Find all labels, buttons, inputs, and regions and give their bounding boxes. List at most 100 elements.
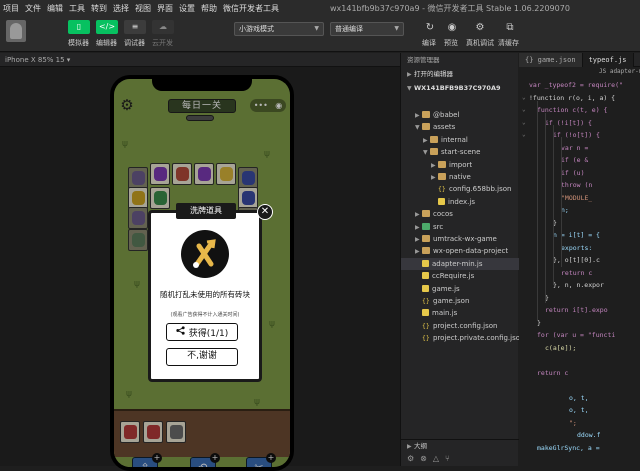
menu-item-1[interactable]: 文件 <box>22 3 44 14</box>
code-line: return c <box>561 268 593 277</box>
js-file-icon <box>422 259 429 267</box>
code-line: throw (n <box>561 181 593 189</box>
tree-item[interactable]: ▶ wx-open-data-project <box>401 245 519 257</box>
tree-item-label: config.658bb.json <box>449 185 512 194</box>
tree-item[interactable]: {} config.658bb.json <box>401 183 519 195</box>
simulator-toggle-button[interactable]: ▯ <box>68 20 90 34</box>
menu-item-7[interactable]: 界面 <box>154 3 176 14</box>
tree-item[interactable]: ▶ cocos <box>401 208 519 220</box>
project-root[interactable]: ▼ WX141BFB9B37C970A9 <box>401 81 518 95</box>
folder-icon <box>438 173 446 180</box>
menu-item-4[interactable]: 转到 <box>88 3 110 14</box>
clear-cache-label[interactable]: 清缓存 <box>498 38 519 48</box>
outline-section[interactable]: ▶ 大纲 <box>401 439 519 451</box>
debugger-toggle-button[interactable]: ≡ <box>124 20 146 34</box>
window-title: wx141bfb9b37c970a9 - 微信开发者工具 Stable 1.06… <box>330 4 570 13</box>
menu-item-8[interactable]: 设置 <box>176 3 198 14</box>
tree-item-label: project.config.json <box>433 321 498 330</box>
menu-item-5[interactable]: 选择 <box>110 3 132 14</box>
code-line: o, t, <box>569 393 589 402</box>
explorer-header: 资源管理器 <box>407 56 440 64</box>
editor-toggle-button[interactable]: </> <box>96 20 118 34</box>
preview-icon[interactable]: ◉ <box>446 22 458 34</box>
compile-label[interactable]: 编译 <box>422 38 436 48</box>
open-editors-section[interactable]: ▶ 打开的编辑器 <box>401 67 518 81</box>
get-prop-button[interactable]: 获得(1/1) <box>166 323 238 341</box>
compile-icon[interactable]: ↻ <box>424 22 436 34</box>
code-line: c(a[e]); <box>545 343 577 352</box>
settings-icon[interactable]: ⚙ <box>407 454 414 463</box>
code-icon: </> <box>98 22 116 31</box>
tree-item[interactable]: ▶ @babel <box>401 109 519 121</box>
menubar: 项目 文件 编辑 工具 转到 选择 视图 界面 设置 帮助 微信开发者工具 wx141bfb9b37c… <box>0 0 640 16</box>
code-line: !function r(o, i, a) { <box>529 93 616 102</box>
editor-label: 编辑器 <box>96 39 117 47</box>
folder-icon <box>430 148 438 156</box>
tree-item[interactable]: index.js <box>401 196 519 208</box>
fold-chevron-icon[interactable]: ⌄ <box>522 119 526 126</box>
mode-select[interactable]: 小游戏模式 ▼ <box>234 22 324 36</box>
real-debug-icon[interactable]: ⚙ <box>474 22 486 34</box>
tree-item[interactable]: {} project.private.config.json <box>401 332 524 344</box>
menu-item-10[interactable]: 微信开发者工具 <box>220 3 282 14</box>
tree-item-label: @babel <box>433 111 460 119</box>
device-selector[interactable]: iPhone X 85% 15 ▾ <box>0 53 400 67</box>
tree-item-label: import <box>449 160 473 169</box>
mode-select-value: 小游戏模式 <box>239 25 274 33</box>
folder-icon <box>422 235 430 242</box>
avatar[interactable] <box>6 20 26 42</box>
tree-item[interactable]: {} project.config.json <box>401 320 519 332</box>
phone-frame: ⚙ 每日一关 ••• ◉ ψ ψ ψ ψ ψ ψ + + + 洗牌道具 ✕ 随机… <box>110 75 294 471</box>
tree-item-label: ccRequire.js <box>432 272 475 281</box>
warning-icon[interactable]: △ <box>433 454 439 463</box>
clear-cache-icon[interactable]: ⧉ <box>504 22 516 34</box>
tree-item-label: project.private.config.json <box>433 334 525 343</box>
tree-item-label: umtrack-wx-game <box>433 235 497 243</box>
no-thanks-button[interactable]: 不,谢谢 <box>166 348 238 366</box>
fold-chevron-icon[interactable]: ⌄ <box>522 131 526 138</box>
editor-tab[interactable]: typeof.js <box>582 53 634 67</box>
tree-item[interactable]: game.js <box>401 283 519 295</box>
code-editor[interactable]: {} game.jsontypeof.js JS adapter-min var… <box>519 53 640 466</box>
error-icon[interactable]: ⊗ <box>420 454 427 463</box>
tree-item[interactable]: main.js <box>401 307 519 319</box>
tree-item[interactable]: ▶ import <box>401 159 519 171</box>
tree-item[interactable]: adapter-min.js <box>401 257 519 270</box>
cloud-button[interactable]: ☁ <box>152 20 174 34</box>
menu-item-9[interactable]: 帮助 <box>198 3 220 14</box>
tree-item[interactable]: ▶ internal <box>401 134 519 146</box>
fold-chevron-icon[interactable]: ⌄ <box>522 94 526 101</box>
tree-item[interactable]: ▼ assets <box>401 121 519 133</box>
close-icon[interactable]: ✕ <box>257 204 273 220</box>
preview-label[interactable]: 预览 <box>444 38 458 48</box>
tree-item-label: game.json <box>433 297 470 305</box>
fold-chevron-icon[interactable]: ⌄ <box>522 106 526 113</box>
code-line: n; <box>561 206 569 214</box>
editor-tab[interactable]: {} game.json <box>519 53 583 67</box>
branch-icon[interactable]: ⑂ <box>445 454 450 463</box>
tree-item[interactable]: ▶ native <box>401 171 519 183</box>
shuffle-prop-dialog: 洗牌道具 ✕ 随机打乱未使用的所有砖块 (观看广告获得不计入通关时间) 获得(1… <box>148 203 273 382</box>
tree-item[interactable]: ▶ src <box>401 221 519 233</box>
menu-item-3[interactable]: 工具 <box>66 3 88 14</box>
tree-item-label: assets <box>433 123 456 132</box>
breadcrumb[interactable]: JS adapter-min <box>519 68 640 78</box>
chevron-right-icon: ▶ <box>431 161 436 169</box>
real-debug-label[interactable]: 真机调试 <box>466 38 494 48</box>
game-screen[interactable]: ⚙ 每日一关 ••• ◉ ψ ψ ψ ψ ψ ψ + + + 洗牌道具 ✕ 随机… <box>114 79 290 467</box>
chevron-right-icon: ▶ <box>407 71 412 78</box>
folder-icon <box>422 111 430 118</box>
tree-item[interactable]: ▶ umtrack-wx-game <box>401 233 519 245</box>
menu-item-0[interactable]: 项目 <box>0 3 22 14</box>
project-root-label: WX141BFB9B37C970A9 <box>414 84 501 92</box>
menu-item-6[interactable]: 视图 <box>132 3 154 14</box>
tree-item[interactable]: {} game.json <box>401 295 519 307</box>
code-line: ddow.f <box>577 431 601 439</box>
code-line: var _typeof2 = require(" <box>529 81 623 89</box>
tree-item[interactable]: ccRequire.js <box>401 270 519 282</box>
compile-select[interactable]: 普通编译 ▼ <box>330 22 404 36</box>
menu-item-2[interactable]: 编辑 <box>44 3 66 14</box>
file-explorer: 资源管理器 ▶ 打开的编辑器 ▼ WX141BFB9B37C970A9 ▶ @babe… <box>400 53 524 466</box>
tree-item-label: main.js <box>432 309 458 318</box>
tree-item[interactable]: ▼ start-scene <box>401 146 519 158</box>
